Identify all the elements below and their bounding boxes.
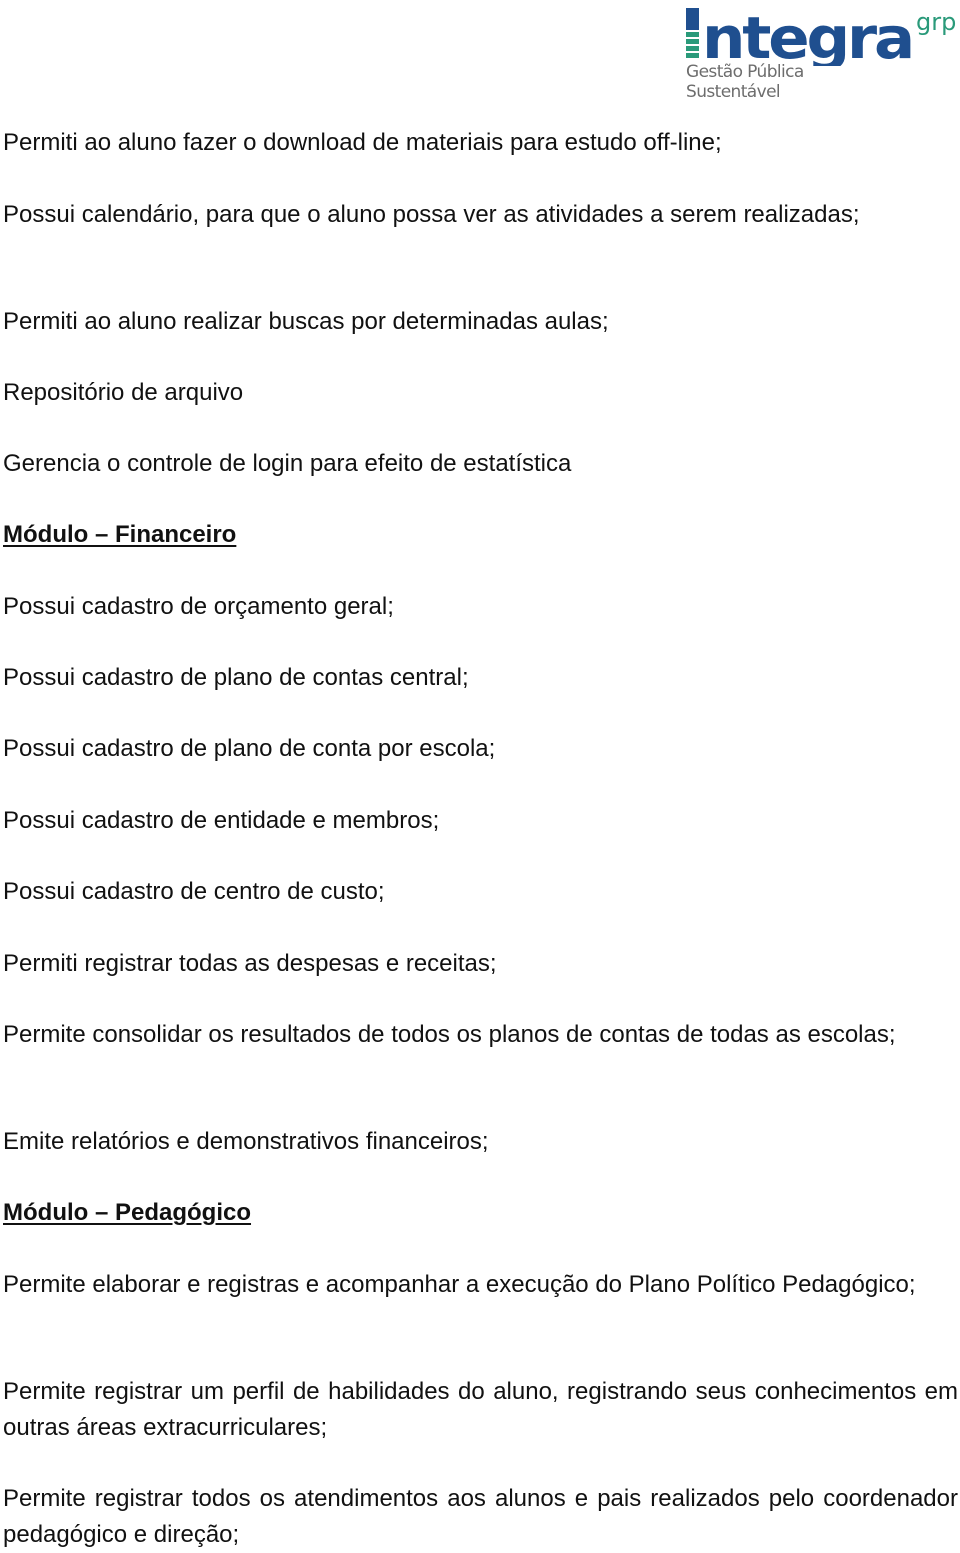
- list-item: Possui cadastro de orçamento geral;: [3, 593, 394, 620]
- logo-i-stripe: [686, 46, 699, 51]
- list-item: Possui cadastro de plano de contas centr…: [3, 664, 469, 691]
- logo-suffix-text: grp: [916, 8, 956, 36]
- section-heading-pedagogico: Módulo – Pedagógico: [3, 1199, 252, 1226]
- integra-wordmark: ntegra grp: [686, 4, 956, 66]
- list-item: Emite relatórios e demonstrativos financ…: [3, 1128, 489, 1155]
- logo-brand-text: ntegra: [702, 4, 912, 66]
- logo-tagline-line2: Sustentável: [686, 82, 781, 102]
- list-item: Permite elaborar e registras e acompanha…: [3, 1271, 916, 1298]
- list-item: Permiti ao aluno realizar buscas por det…: [3, 308, 609, 335]
- list-item: Possui cadastro de plano de conta por es…: [3, 735, 496, 762]
- list-item: Possui cadastro de entidade e membros;: [3, 807, 440, 834]
- list-item: Possui cadastro de centro de custo;: [3, 878, 385, 905]
- list-item: Permite consolidar os resultados de todo…: [3, 1021, 896, 1048]
- logo-i-top: [686, 8, 699, 30]
- list-item: Repositório de arquivo: [3, 379, 244, 406]
- list-item: Permiti ao aluno fazer o download de mat…: [3, 129, 722, 156]
- integra-grp-logo: ntegra grp Gestão Pública Sustentável: [684, 4, 960, 104]
- section-heading-financeiro: Módulo – Financeiro: [3, 521, 237, 548]
- logo-tagline-line1: Gestão Pública: [686, 62, 804, 82]
- list-item: Possui calendário, para que o aluno poss…: [3, 201, 860, 228]
- list-item: Gerencia o controle de login para efeito…: [3, 450, 572, 477]
- logo-i-stripe: [686, 32, 699, 37]
- logo-i-stripe: [686, 53, 699, 58]
- list-item: Permite registrar um perfil de habilidad…: [3, 1378, 958, 1441]
- list-item: Permite registrar todos os atendimentos …: [3, 1485, 958, 1548]
- list-item: Permiti registrar todas as despesas e re…: [3, 950, 497, 977]
- logo-i-stripe: [686, 39, 699, 44]
